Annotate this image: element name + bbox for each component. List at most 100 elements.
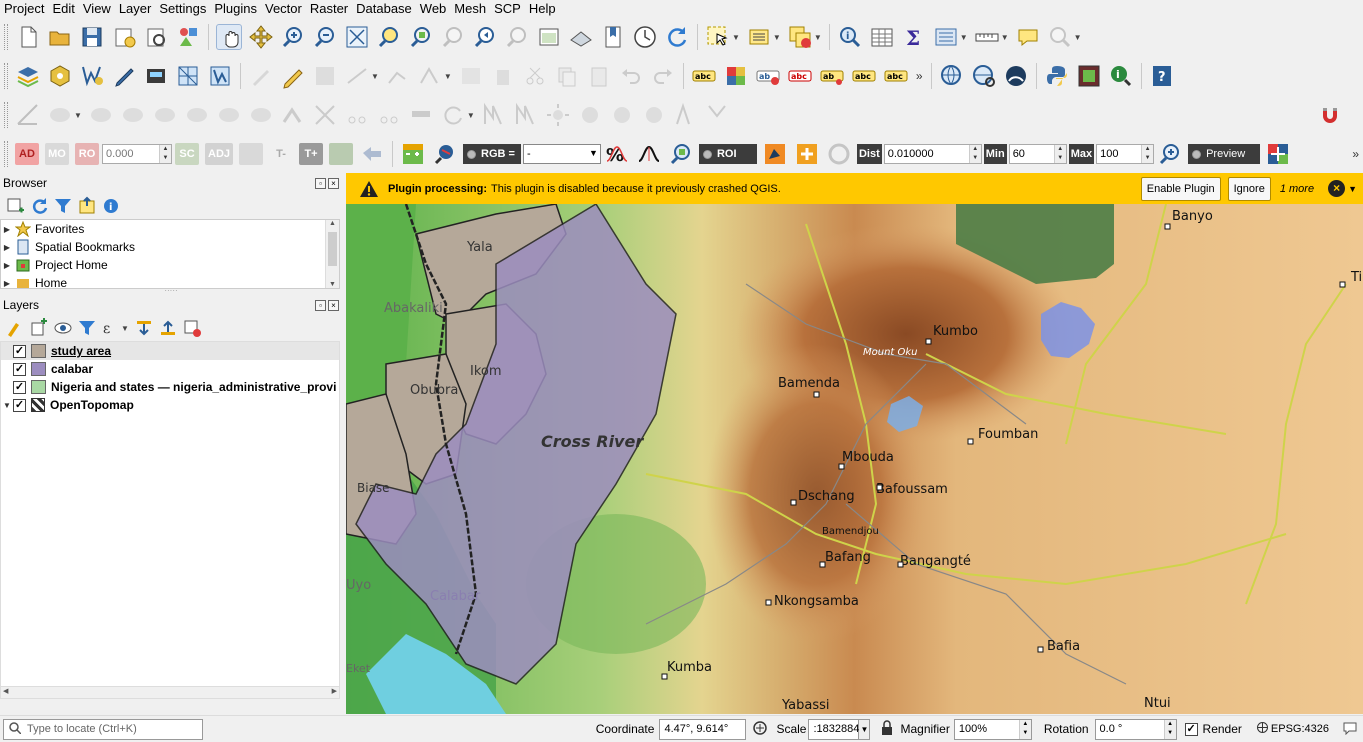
refresh-icon[interactable] [664, 24, 690, 50]
close-panel-icon[interactable]: × [328, 177, 339, 189]
scp-ad-button[interactable]: AD [15, 143, 39, 165]
snapping-icon[interactable] [705, 102, 731, 128]
new-print-layout-icon[interactable] [111, 24, 137, 50]
scp-rgb-combo[interactable]: - ▼ [522, 144, 601, 164]
menu-database[interactable]: Database [352, 1, 416, 16]
new-virtual-layer-icon[interactable] [143, 63, 169, 89]
menu-vector[interactable]: Vector [261, 1, 306, 16]
metasearch-web-icon[interactable] [971, 63, 997, 89]
collapse-all-icon[interactable] [158, 318, 178, 338]
scp-ro-button[interactable]: RO [75, 143, 99, 165]
scp-min-spinbox[interactable]: 60 ▲ ▼ [1008, 144, 1067, 164]
scale-dropdown-icon[interactable]: ▼ [858, 718, 871, 740]
browser-item-home[interactable]: ▶ Home [1, 274, 339, 288]
close-panel-icon[interactable]: × [328, 299, 339, 311]
zoom-out-icon[interactable] [312, 24, 338, 50]
scp-zoom-to-preview-icon[interactable] [1157, 141, 1183, 167]
reverse-line-icon[interactable] [280, 102, 306, 128]
scp-create-roi-icon[interactable] [762, 141, 788, 167]
toolbar-overflow-icon[interactable]: » [1352, 147, 1359, 161]
temporal-controller-icon[interactable] [632, 24, 658, 50]
advanced-digitizing-icon[interactable] [15, 102, 41, 128]
scp-mo-button[interactable]: MO [45, 143, 69, 165]
zoom-to-selection-icon[interactable] [376, 24, 402, 50]
locator-search-icon[interactable] [1047, 24, 1073, 50]
float-panel-icon[interactable]: ▫ [315, 299, 326, 311]
show-hide-labels-icon[interactable]: abc [851, 63, 877, 89]
copy-move-feature-icon[interactable] [609, 102, 635, 128]
select-features-icon[interactable] [705, 24, 731, 50]
extents-toggle-icon[interactable] [752, 720, 768, 739]
delete-part-icon[interactable] [184, 102, 210, 128]
new-spatialite-layer-icon[interactable] [111, 63, 137, 89]
measure-line-icon[interactable] [974, 24, 1000, 50]
layer-item-calabar[interactable]: ✓ calabar [1, 360, 339, 378]
scp-i-button[interactable] [329, 143, 354, 165]
map-canvas[interactable]: Plugin processing: This plugin is disabl… [346, 173, 1363, 714]
paste-features-icon[interactable] [586, 63, 612, 89]
trim-extend-icon[interactable] [312, 102, 338, 128]
scp-zoom-preview-icon[interactable] [668, 141, 694, 167]
change-label-icon[interactable] [513, 102, 539, 128]
scp-std-dev-stretch-icon[interactable] [636, 141, 662, 167]
vertex-tool-icon[interactable] [385, 63, 411, 89]
add-selected-layers-icon[interactable] [5, 196, 25, 216]
open-project-icon[interactable] [47, 24, 73, 50]
filter-icon[interactable] [53, 196, 73, 216]
style-layer-icon[interactable] [5, 318, 25, 338]
scp-blank-button[interactable] [239, 143, 264, 165]
map-tips-icon[interactable] [1015, 24, 1041, 50]
merge-features-icon[interactable] [408, 102, 434, 128]
add-ring-icon[interactable] [47, 102, 73, 128]
pin-labels-icon[interactable]: ab [819, 63, 845, 89]
scp-adj-button[interactable]: ADJ [205, 143, 234, 165]
offset-curve-icon[interactable] [248, 102, 274, 128]
label-tool-icon[interactable]: abc [691, 63, 717, 89]
menu-web[interactable]: Web [416, 1, 451, 16]
layer-visibility-checkbox[interactable]: ✓ [13, 380, 26, 394]
rotation-field[interactable]: 0.0 ° ▲ ▼ [1094, 718, 1177, 740]
magnifier-field[interactable]: 100% ▲ ▼ [953, 718, 1032, 740]
crs-icon[interactable] [1256, 721, 1269, 737]
scp-ro-value-spinbox[interactable]: 0.000 ▲ ▼ [102, 144, 172, 164]
new-geopackage-layer-icon[interactable] [47, 63, 73, 89]
layer-item-study-area[interactable]: ✓ study area [1, 342, 339, 360]
remove-layer-icon[interactable] [182, 318, 202, 338]
reshape-features-icon[interactable] [216, 102, 242, 128]
openlayers-plugin-icon[interactable] [1003, 63, 1029, 89]
scp-band-calc-icon[interactable] [400, 141, 426, 167]
scp-add-roi-icon[interactable] [794, 141, 820, 167]
new-map-view-icon[interactable] [536, 24, 562, 50]
open-field-calculator-icon[interactable] [933, 24, 959, 50]
help-contents-icon[interactable]: ? [1149, 63, 1175, 89]
browser-item-spatial-bookmarks[interactable]: ▶ Spatial Bookmarks [1, 238, 339, 256]
zoom-in-icon[interactable] [280, 24, 306, 50]
browser-scrollbar[interactable]: ▲ ▼ [325, 220, 339, 288]
toolbar-overflow-icon[interactable]: » [916, 69, 923, 83]
toolbar-grip[interactable] [4, 102, 8, 128]
highlight-pinned-labels-icon[interactable]: ab [755, 63, 781, 89]
float-panel-icon[interactable]: ▫ [315, 177, 326, 189]
pan-map-icon[interactable] [216, 24, 242, 50]
select-by-value-icon[interactable] [746, 24, 772, 50]
collapse-all-icon[interactable] [77, 196, 97, 216]
menu-raster[interactable]: Raster [306, 1, 352, 16]
browser-item-favorites[interactable]: ▶ Favorites [1, 220, 339, 238]
layers-horizontal-scrollbar[interactable]: ◀ ▶ [1, 686, 339, 698]
layout-manager-icon[interactable] [143, 24, 169, 50]
lock-scale-icon[interactable] [880, 719, 894, 739]
locator-search-input[interactable]: Type to locate (Ctrl+K) [3, 718, 203, 740]
scp-dist-spinbox[interactable]: 0.010000 ▲ ▼ [883, 144, 982, 164]
identify-features-icon[interactable]: i [837, 24, 863, 50]
style-manager-icon[interactable] [175, 24, 201, 50]
render-checkbox[interactable]: ✓ [1184, 722, 1198, 736]
new-shapefile-layer-icon[interactable] [79, 63, 105, 89]
scp-local-cumulative-stretch-icon[interactable]: % [604, 141, 630, 167]
expand-arrow-icon[interactable]: ▶ [1, 279, 13, 288]
save-project-icon[interactable] [79, 24, 105, 50]
scp-zoom-roi-icon[interactable] [432, 141, 458, 167]
toggle-editing-icon[interactable] [280, 63, 306, 89]
filter-legend-icon[interactable] [77, 318, 97, 338]
layer-visibility-checkbox[interactable]: ✓ [13, 344, 26, 358]
scp-t-minus-button[interactable]: T- [269, 143, 293, 165]
